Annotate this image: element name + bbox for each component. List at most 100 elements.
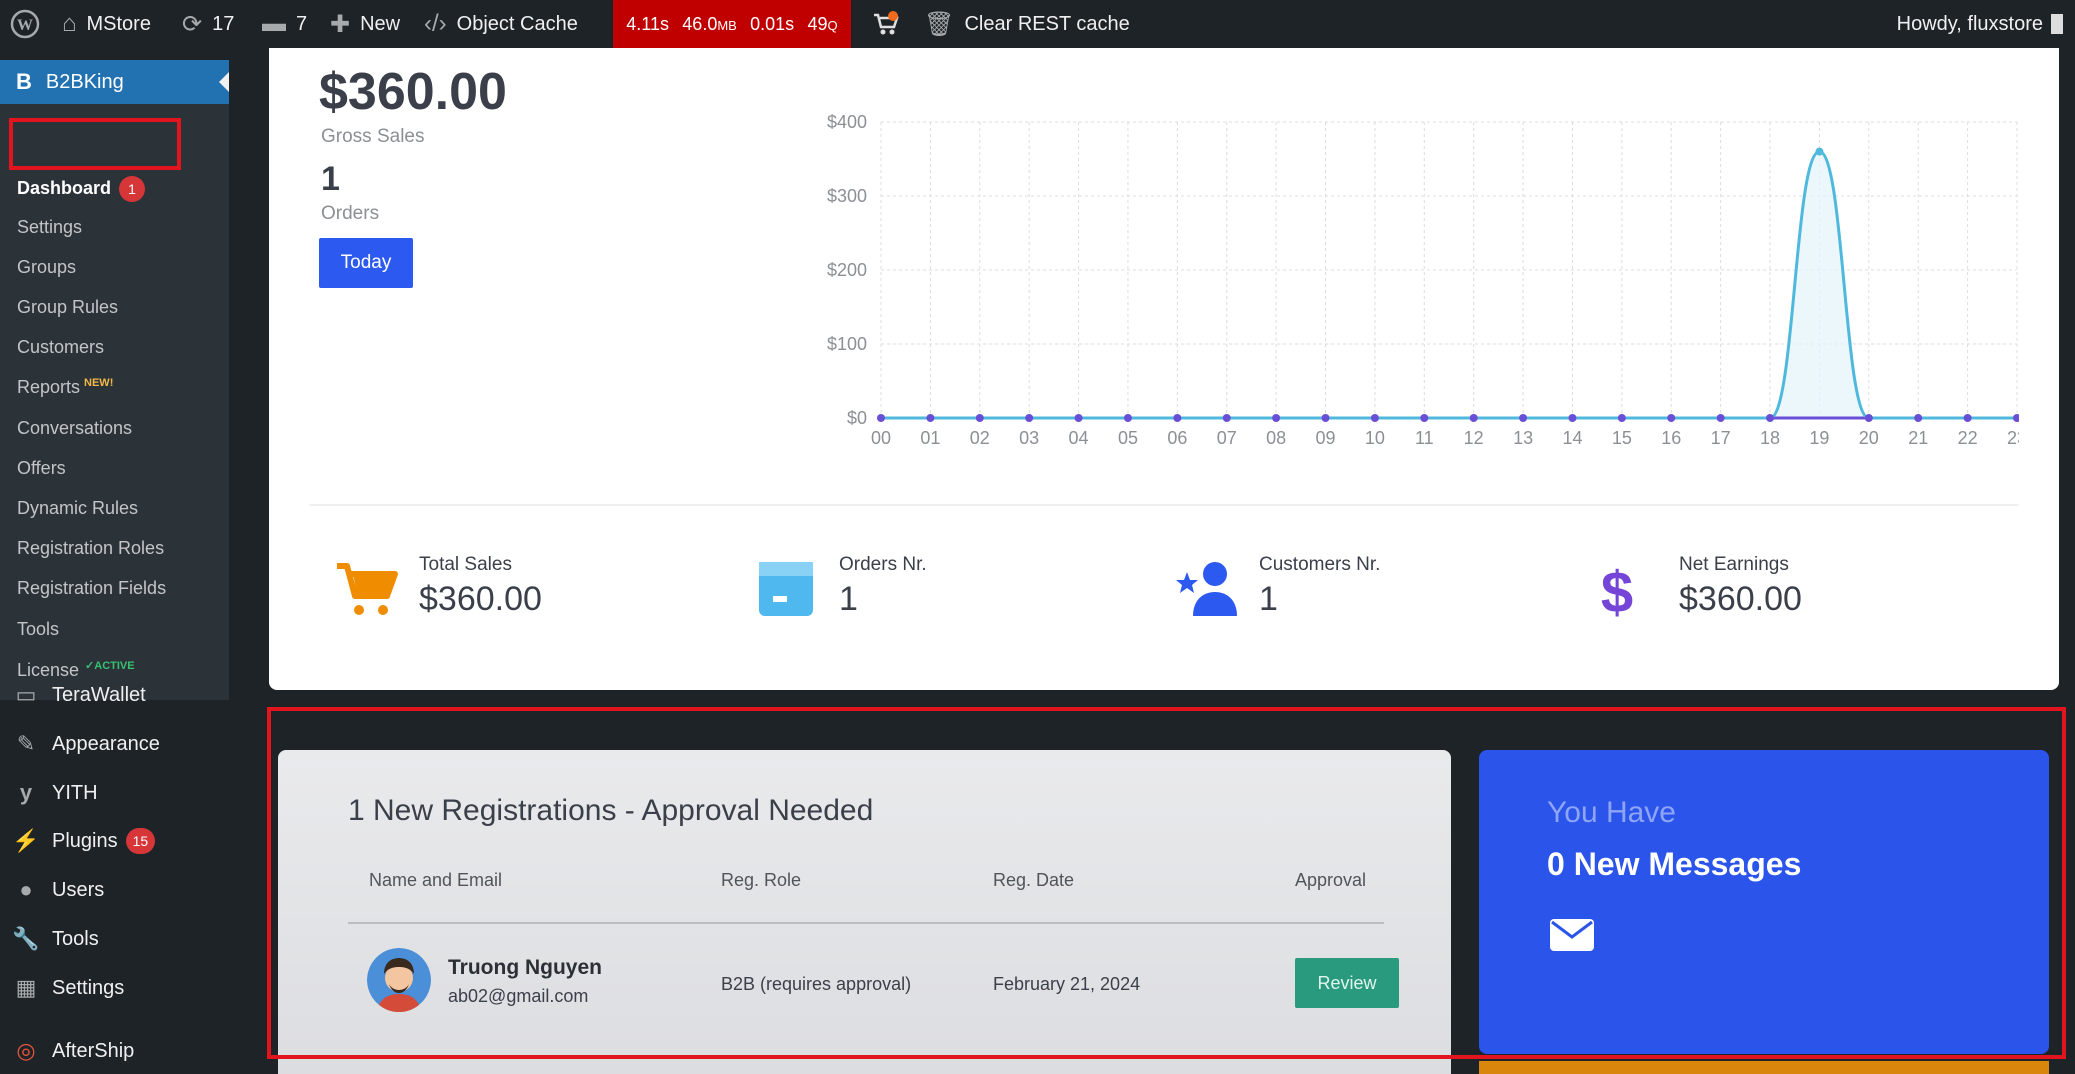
- dashboard-badge: 1: [119, 176, 146, 202]
- main-content: $360.00 Gross Sales 1 Orders Today $0 $10…: [229, 48, 2075, 1074]
- comments-link[interactable]: ▬ 7: [262, 0, 307, 48]
- x-tick-label: 03: [1019, 428, 1039, 448]
- site-name: MStore: [86, 12, 151, 35]
- submenu-registration-roles[interactable]: Registration Roles: [17, 538, 164, 559]
- data-point: [1321, 414, 1330, 422]
- comment-icon: ▬: [262, 10, 286, 37]
- x-tick-label: 07: [1217, 428, 1237, 448]
- sidebar-item-yith[interactable]: y YITH: [12, 780, 98, 806]
- wrench-icon: 🔧: [12, 926, 40, 951]
- data-point: [1716, 414, 1725, 422]
- x-tick-label: 00: [871, 428, 891, 448]
- y-tick-label: $200: [827, 260, 867, 280]
- stat-value: $360.00: [419, 580, 542, 618]
- data-point: [1815, 147, 1824, 156]
- x-tick-label: 01: [920, 428, 940, 448]
- sidebar-item-users[interactable]: ● Users: [12, 877, 104, 903]
- current-arrow-icon: [219, 72, 229, 92]
- gross-sales-value: $360.00: [319, 63, 507, 121]
- stat-value: $360.00: [1679, 580, 1802, 618]
- data-point: [1173, 414, 1182, 422]
- wallet-icon: ▭: [15, 682, 37, 707]
- submenu-groups[interactable]: Groups: [17, 257, 76, 278]
- sidebar-item-plugins[interactable]: ⚡ Plugins 15: [12, 828, 156, 854]
- data-point: [877, 414, 885, 422]
- data-point: [1864, 414, 1873, 422]
- user-icon: ●: [19, 877, 33, 902]
- dashboard-highlight-box: [9, 118, 181, 170]
- query-monitor-stats[interactable]: 4.11s 46.0MB 0.01s 49Q: [613, 0, 851, 48]
- data-point: [2013, 414, 2019, 422]
- divider: [309, 504, 2019, 506]
- stat-label: Net Earnings: [1679, 554, 1789, 575]
- new-content-link[interactable]: ✚ New: [330, 0, 400, 48]
- howdy-text: Howdy, fluxstore: [1896, 12, 2043, 35]
- code-icon: ‹/›: [424, 10, 447, 37]
- object-cache-link[interactable]: ‹/› Object Cache: [424, 0, 578, 48]
- submenu-reports[interactable]: Reports NEW!: [17, 377, 113, 398]
- data-point: [1123, 414, 1132, 422]
- avatar: [2051, 14, 2063, 34]
- plugins-badge: 15: [125, 828, 156, 854]
- sidebar-item-terawallet[interactable]: ▭ TeraWallet: [12, 682, 146, 708]
- submenu-offers[interactable]: Offers: [17, 458, 66, 479]
- clear-cache-label: Clear REST cache: [964, 12, 1130, 35]
- x-tick-label: 22: [1958, 428, 1978, 448]
- submenu-customers[interactable]: Customers: [17, 337, 104, 358]
- sidebar-item-tools[interactable]: 🔧 Tools: [12, 926, 98, 952]
- data-point: [1519, 414, 1528, 422]
- wordpress-logo[interactable]: W: [10, 0, 40, 48]
- x-tick-label: 13: [1513, 428, 1533, 448]
- submenu-tools[interactable]: Tools: [17, 619, 59, 640]
- memory-usage: 46.0MB: [682, 13, 737, 34]
- series-area: [881, 151, 2017, 418]
- stat-label: Orders Nr.: [839, 554, 927, 575]
- x-tick-label: 12: [1464, 428, 1484, 448]
- new-tag: NEW!: [84, 377, 114, 389]
- yith-icon: y: [19, 780, 33, 805]
- admin-bar: W ⌂ MStore ⟳ 17 ▬ 7 ✚ New ‹/› Object Cac…: [0, 0, 2075, 48]
- today-button[interactable]: Today: [319, 238, 413, 288]
- dollar-icon: $: [1601, 560, 1633, 622]
- sidebar-item-label: B2BKing: [45, 70, 124, 93]
- sales-overview-card: $360.00 Gross Sales 1 Orders Today $0 $10…: [269, 48, 2059, 690]
- home-icon: ⌂: [62, 10, 77, 37]
- y-tick-label: $400: [827, 112, 867, 132]
- submenu-group-rules[interactable]: Group Rules: [17, 297, 118, 318]
- registrations-highlight-box: [267, 707, 2066, 1059]
- sidebar-item-appearance[interactable]: ✎ Appearance: [12, 731, 160, 757]
- sidebar-item-settings[interactable]: ▦ Settings: [12, 975, 125, 1001]
- account-menu[interactable]: Howdy, fluxstore: [1897, 0, 2063, 48]
- submenu-registration-fields[interactable]: Registration Fields: [17, 578, 166, 599]
- next-card-edge: [1479, 1061, 2049, 1074]
- data-point: [1568, 414, 1577, 422]
- data-point: [1914, 414, 1923, 422]
- submenu-license[interactable]: License ✓ACTIVE: [17, 659, 135, 681]
- sidebar-item-b2bking[interactable]: B B2BKing: [0, 60, 229, 104]
- object-cache-label: Object Cache: [456, 12, 578, 35]
- stat-value: 1: [839, 580, 858, 618]
- b2bking-submenu: Dashboard 1 Settings Groups Group Rules C…: [0, 104, 229, 700]
- plugin-icon: ⚡: [12, 828, 40, 853]
- cart-alert-icon: [874, 11, 899, 35]
- submenu-dynamic-rules[interactable]: Dynamic Rules: [17, 498, 138, 519]
- updates-link[interactable]: ⟳ 17: [182, 0, 234, 48]
- data-point: [1617, 414, 1626, 422]
- query-time: 0.01s: [750, 13, 795, 34]
- svg-text:$: $: [1601, 560, 1633, 622]
- clear-rest-cache-link[interactable]: 🗑 Clear REST cache: [924, 0, 1130, 48]
- submenu-settings[interactable]: Settings: [17, 217, 82, 238]
- x-tick-label: 16: [1661, 428, 1681, 448]
- submenu-dashboard[interactable]: Dashboard 1: [17, 176, 146, 202]
- query-count: 49Q: [807, 13, 838, 34]
- active-tag: ✓ACTIVE: [85, 660, 135, 672]
- submenu-conversations[interactable]: Conversations: [17, 418, 132, 439]
- x-tick-label: 23: [2007, 428, 2019, 448]
- cart-notice-link[interactable]: [872, 0, 900, 48]
- orders-value: 1: [321, 160, 340, 198]
- site-name-link[interactable]: ⌂ MStore: [62, 0, 151, 48]
- data-point: [1963, 414, 1972, 422]
- sidebar-item-aftership[interactable]: ◎ AfterShip: [12, 1038, 134, 1064]
- y-tick-label: $300: [827, 186, 867, 206]
- refresh-icon: ⟳: [182, 10, 203, 38]
